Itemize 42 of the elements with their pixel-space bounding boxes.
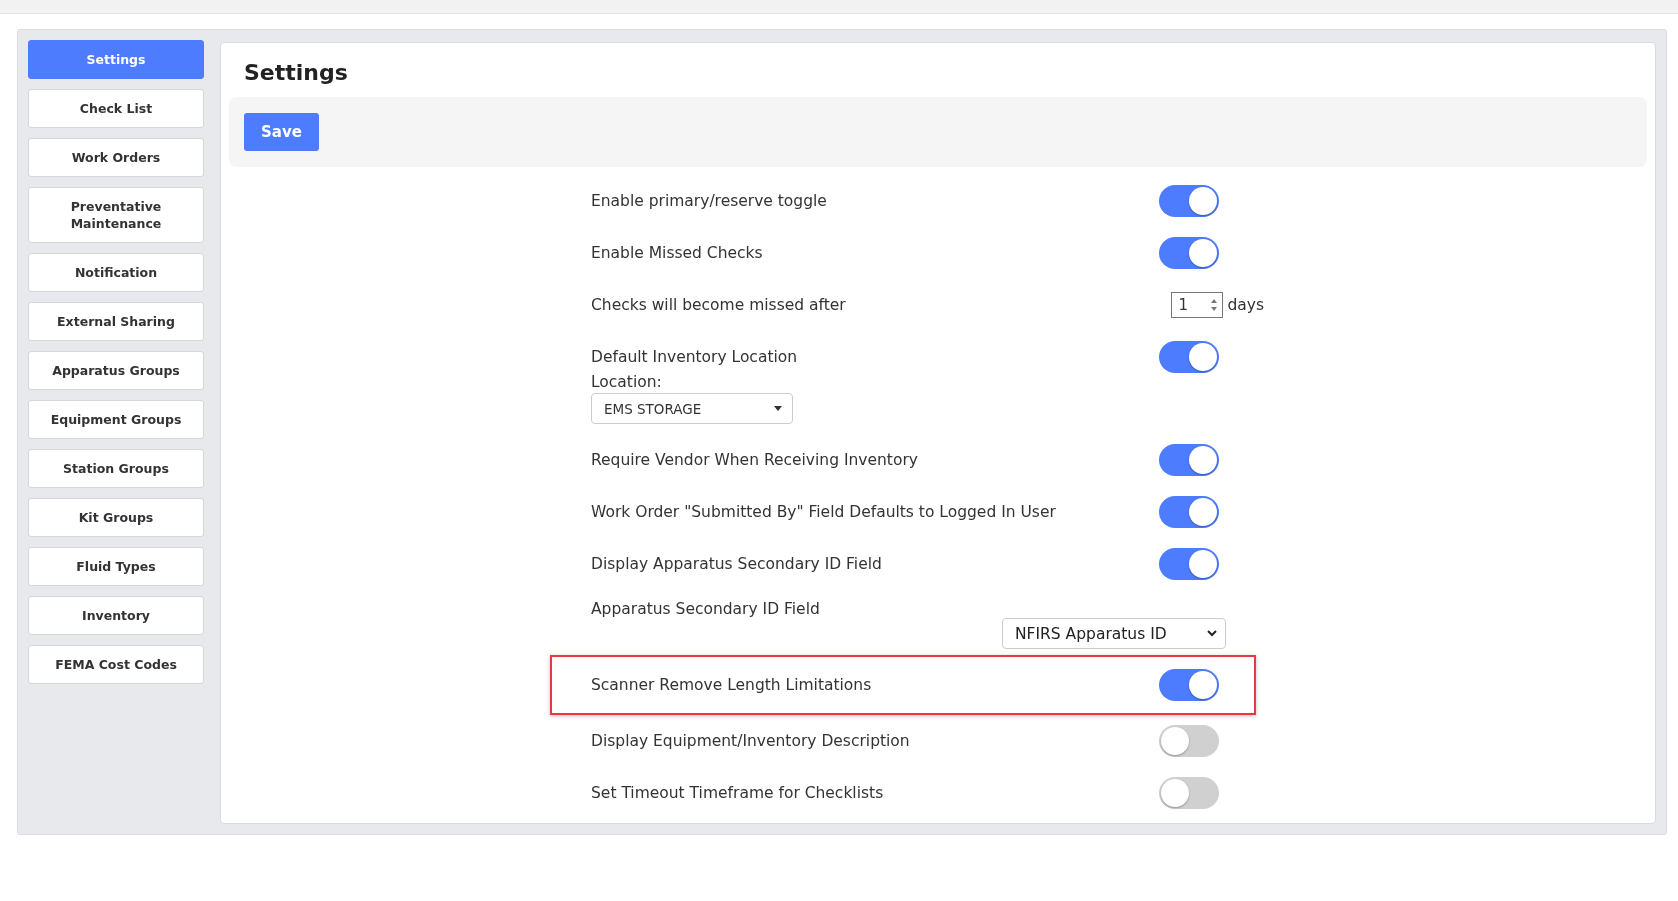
sidebar-item[interactable]: Station Groups bbox=[28, 449, 204, 488]
setting-label: Display Apparatus Secondary ID Field bbox=[591, 555, 882, 573]
unit-label: days bbox=[1227, 296, 1264, 314]
sidebar-item[interactable]: Settings bbox=[28, 40, 204, 79]
sidebar-item[interactable]: Check List bbox=[28, 89, 204, 128]
toggle-switch[interactable] bbox=[1159, 237, 1219, 269]
sidebar-item[interactable]: Kit Groups bbox=[28, 498, 204, 537]
field-label: Location: bbox=[591, 373, 663, 391]
number-field[interactable]: 1 bbox=[1171, 292, 1224, 318]
setting-label: Enable primary/reserve toggle bbox=[591, 192, 827, 210]
save-button[interactable]: Save bbox=[244, 113, 319, 151]
setting-label: Scanner Remove Length Limitations bbox=[591, 676, 872, 694]
setting-label: Require Vendor When Receiving Inventory bbox=[591, 451, 918, 469]
toggle-switch[interactable] bbox=[1159, 725, 1219, 757]
toggle-switch[interactable] bbox=[1159, 669, 1219, 701]
sidebar-item[interactable]: Equipment Groups bbox=[28, 400, 204, 439]
setting-label: Display Equipment/Inventory Description bbox=[591, 732, 910, 750]
sidebar-item[interactable]: Preventative Maintenance bbox=[28, 187, 204, 243]
select-field[interactable]: NFIRS Apparatus ID bbox=[1002, 618, 1226, 649]
location-dropdown[interactable]: EMS STORAGE bbox=[591, 393, 793, 424]
setting-label: Enable Missed Checks bbox=[591, 244, 763, 262]
sidebar-item[interactable]: External Sharing bbox=[28, 302, 204, 341]
toggle-switch[interactable] bbox=[1159, 444, 1219, 476]
sidebar-item[interactable]: Work Orders bbox=[28, 138, 204, 177]
setting-label: Default Inventory Location bbox=[591, 348, 798, 366]
setting-label: Work Order "Submitted By" Field Defaults to Logged In User bbox=[591, 503, 1056, 521]
setting-label: Set Timeout Timeframe for Checklists bbox=[591, 784, 884, 802]
sidebar-item[interactable]: Apparatus Groups bbox=[28, 351, 204, 390]
toggle-switch[interactable] bbox=[1159, 496, 1219, 528]
page-title: Settings bbox=[244, 60, 349, 85]
toggle-switch[interactable] bbox=[1159, 185, 1219, 217]
sidebar-item[interactable]: Notification bbox=[28, 253, 204, 292]
sidebar-item[interactable]: Inventory bbox=[28, 596, 204, 635]
toggle-switch[interactable] bbox=[1159, 341, 1219, 373]
toggle-switch[interactable] bbox=[1159, 548, 1219, 580]
sidebar-item[interactable]: FEMA Cost Codes bbox=[28, 645, 204, 684]
sidebar-item[interactable]: Fluid Types bbox=[28, 547, 204, 586]
setting-label: Apparatus Secondary ID Field bbox=[591, 600, 820, 618]
spinner-arrows-icon[interactable] bbox=[1210, 298, 1219, 312]
setting-label: Checks will become missed after bbox=[591, 296, 846, 314]
toggle-switch[interactable] bbox=[1159, 777, 1219, 809]
chevron-icon bbox=[1207, 630, 1217, 637]
